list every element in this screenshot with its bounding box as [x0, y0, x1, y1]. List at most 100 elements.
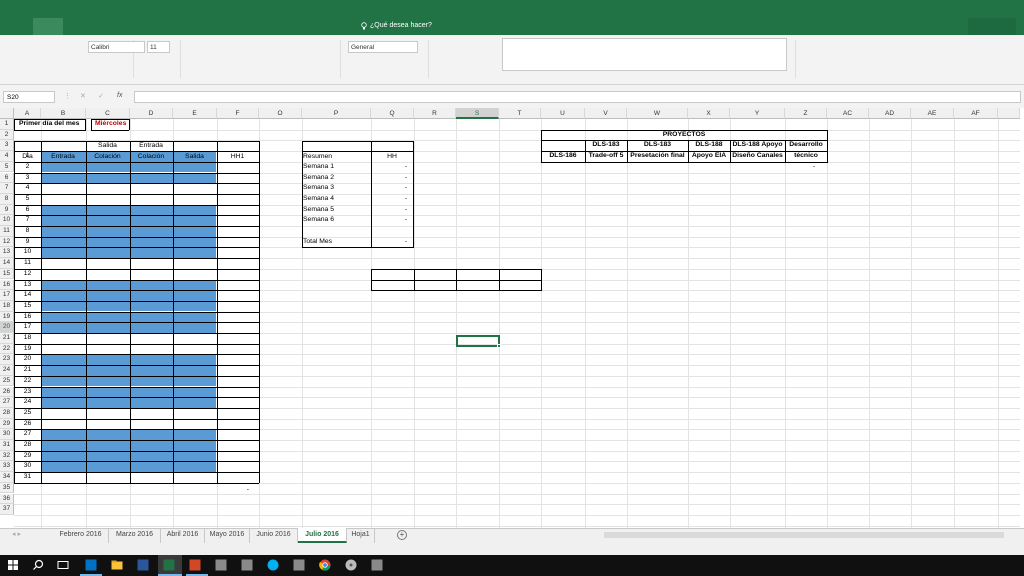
number-format-select[interactable]: General	[348, 41, 418, 53]
column-header-w[interactable]: W	[627, 108, 688, 119]
row-header-11[interactable]: 11	[0, 226, 14, 237]
column-header-c[interactable]: C	[86, 108, 130, 119]
sheet-tab[interactable]: Hoja1	[347, 528, 375, 543]
time-entry-cell[interactable]	[42, 376, 216, 387]
row-header-21[interactable]: 21	[0, 333, 14, 344]
windows-start-icon[interactable]	[6, 558, 20, 572]
column-header-v[interactable]: V	[585, 108, 627, 119]
time-entry-cell[interactable]	[42, 301, 216, 312]
row-header-12[interactable]: 12	[0, 236, 14, 248]
row-header-2[interactable]: 2	[0, 129, 14, 141]
row-header-15[interactable]: 15	[0, 268, 14, 280]
tell-me-search[interactable]: ¿Qué desea hacer?	[370, 22, 432, 29]
fill-handle[interactable]	[497, 344, 501, 348]
app-icon-3[interactable]	[370, 558, 384, 572]
time-entry-cell[interactable]	[42, 237, 216, 248]
row-header-20[interactable]: 20	[0, 322, 14, 333]
row-header-26[interactable]: 26	[0, 386, 14, 398]
column-header-z[interactable]: Z	[785, 108, 827, 119]
sheet-tab[interactable]: Abril 2016	[161, 528, 205, 543]
media-icon[interactable]	[292, 558, 306, 572]
time-entry-cell[interactable]	[42, 226, 216, 237]
time-entry-cell[interactable]	[42, 205, 216, 216]
file-explorer-icon[interactable]	[110, 558, 124, 572]
time-entry-cell[interactable]	[42, 451, 216, 462]
row-header-29[interactable]: 29	[0, 418, 14, 430]
app-icon-2[interactable]	[240, 558, 254, 572]
horizontal-scrollbar[interactable]	[604, 532, 1004, 538]
row-header-33[interactable]: 33	[0, 461, 14, 473]
active-cell[interactable]	[456, 335, 500, 347]
formula-input[interactable]	[134, 91, 1021, 103]
time-entry-cell[interactable]	[42, 354, 216, 365]
row-header-17[interactable]: 17	[0, 290, 14, 301]
time-entry-cell[interactable]	[42, 280, 216, 290]
time-entry-cell[interactable]	[42, 215, 216, 226]
primer-dia-value[interactable]: Miércoles	[95, 119, 126, 129]
share-button[interactable]	[968, 18, 1016, 35]
row-header-37[interactable]: 37	[0, 504, 14, 515]
column-header-q[interactable]: Q	[371, 108, 414, 119]
row-header-22[interactable]: 22	[0, 343, 14, 355]
time-entry-cell[interactable]	[42, 440, 216, 451]
enter-icon[interactable]: ✓	[98, 92, 104, 100]
column-header-b[interactable]: B	[41, 108, 86, 119]
row-header-3[interactable]: 3	[0, 140, 14, 152]
time-entry-cell[interactable]	[42, 387, 216, 397]
powerpoint-icon[interactable]	[188, 558, 202, 572]
column-header-y[interactable]: Y	[730, 108, 785, 119]
row-header-18[interactable]: 18	[0, 300, 14, 312]
column-header-a[interactable]: A	[14, 108, 41, 119]
row-header-6[interactable]: 6	[0, 172, 14, 184]
row-header-34[interactable]: 34	[0, 472, 14, 483]
outlook-icon[interactable]	[84, 558, 98, 572]
column-header-d[interactable]: D	[130, 108, 173, 119]
row-header-25[interactable]: 25	[0, 375, 14, 387]
skype-icon[interactable]	[266, 558, 280, 572]
name-box[interactable]: S20	[3, 91, 55, 103]
formula-options-icon[interactable]: ⋮	[64, 92, 71, 100]
select-all-corner[interactable]	[0, 108, 14, 119]
sheet-tab[interactable]: Mayo 2016	[205, 528, 250, 543]
disk-icon[interactable]	[344, 558, 358, 572]
add-sheet-button[interactable]: +	[397, 530, 407, 540]
row-header-32[interactable]: 32	[0, 450, 14, 462]
column-header-o[interactable]: O	[259, 108, 302, 119]
word-icon[interactable]	[136, 558, 150, 572]
row-header-19[interactable]: 19	[0, 311, 14, 323]
row-header-36[interactable]: 36	[0, 493, 14, 505]
time-entry-cell[interactable]	[42, 312, 216, 323]
row-header-28[interactable]: 28	[0, 407, 14, 419]
row-header-16[interactable]: 16	[0, 279, 14, 291]
chrome-icon[interactable]	[318, 558, 332, 572]
column-header-f[interactable]: F	[217, 108, 259, 119]
row-header-31[interactable]: 31	[0, 440, 14, 451]
font-size-select[interactable]: 11	[147, 41, 170, 53]
row-header-14[interactable]: 14	[0, 258, 14, 269]
insert-function-icon[interactable]: fx	[117, 92, 122, 99]
row-header-13[interactable]: 13	[0, 247, 14, 259]
row-header-27[interactable]: 27	[0, 397, 14, 408]
time-entry-cell[interactable]	[42, 290, 216, 301]
column-header-p[interactable]: P	[302, 108, 371, 119]
column-header-ac[interactable]: AC	[827, 108, 869, 119]
tab-navigation-arrows[interactable]: ◂ ▸	[12, 530, 48, 538]
cancel-icon[interactable]: ✕	[80, 92, 86, 100]
row-header-30[interactable]: 30	[0, 429, 14, 440]
sheet-tab[interactable]: Marzo 2016	[109, 528, 161, 543]
row-header-35[interactable]: 35	[0, 482, 14, 494]
row-header-5[interactable]: 5	[0, 161, 14, 173]
column-header-x[interactable]: X	[688, 108, 730, 119]
column-header-r[interactable]: R	[414, 108, 456, 119]
time-entry-cell[interactable]	[42, 397, 216, 408]
sheet-tab[interactable]: Febrero 2016	[53, 528, 109, 543]
row-header-23[interactable]: 23	[0, 354, 14, 366]
row-header-10[interactable]: 10	[0, 215, 14, 226]
column-header-ad[interactable]: AD	[869, 108, 911, 119]
row-header-9[interactable]: 9	[0, 204, 14, 216]
column-header-u[interactable]: U	[541, 108, 585, 119]
column-header-e[interactable]: E	[173, 108, 217, 119]
row-header-24[interactable]: 24	[0, 365, 14, 376]
row-header-4[interactable]: 4	[0, 151, 14, 162]
time-entry-cell[interactable]	[42, 322, 216, 333]
